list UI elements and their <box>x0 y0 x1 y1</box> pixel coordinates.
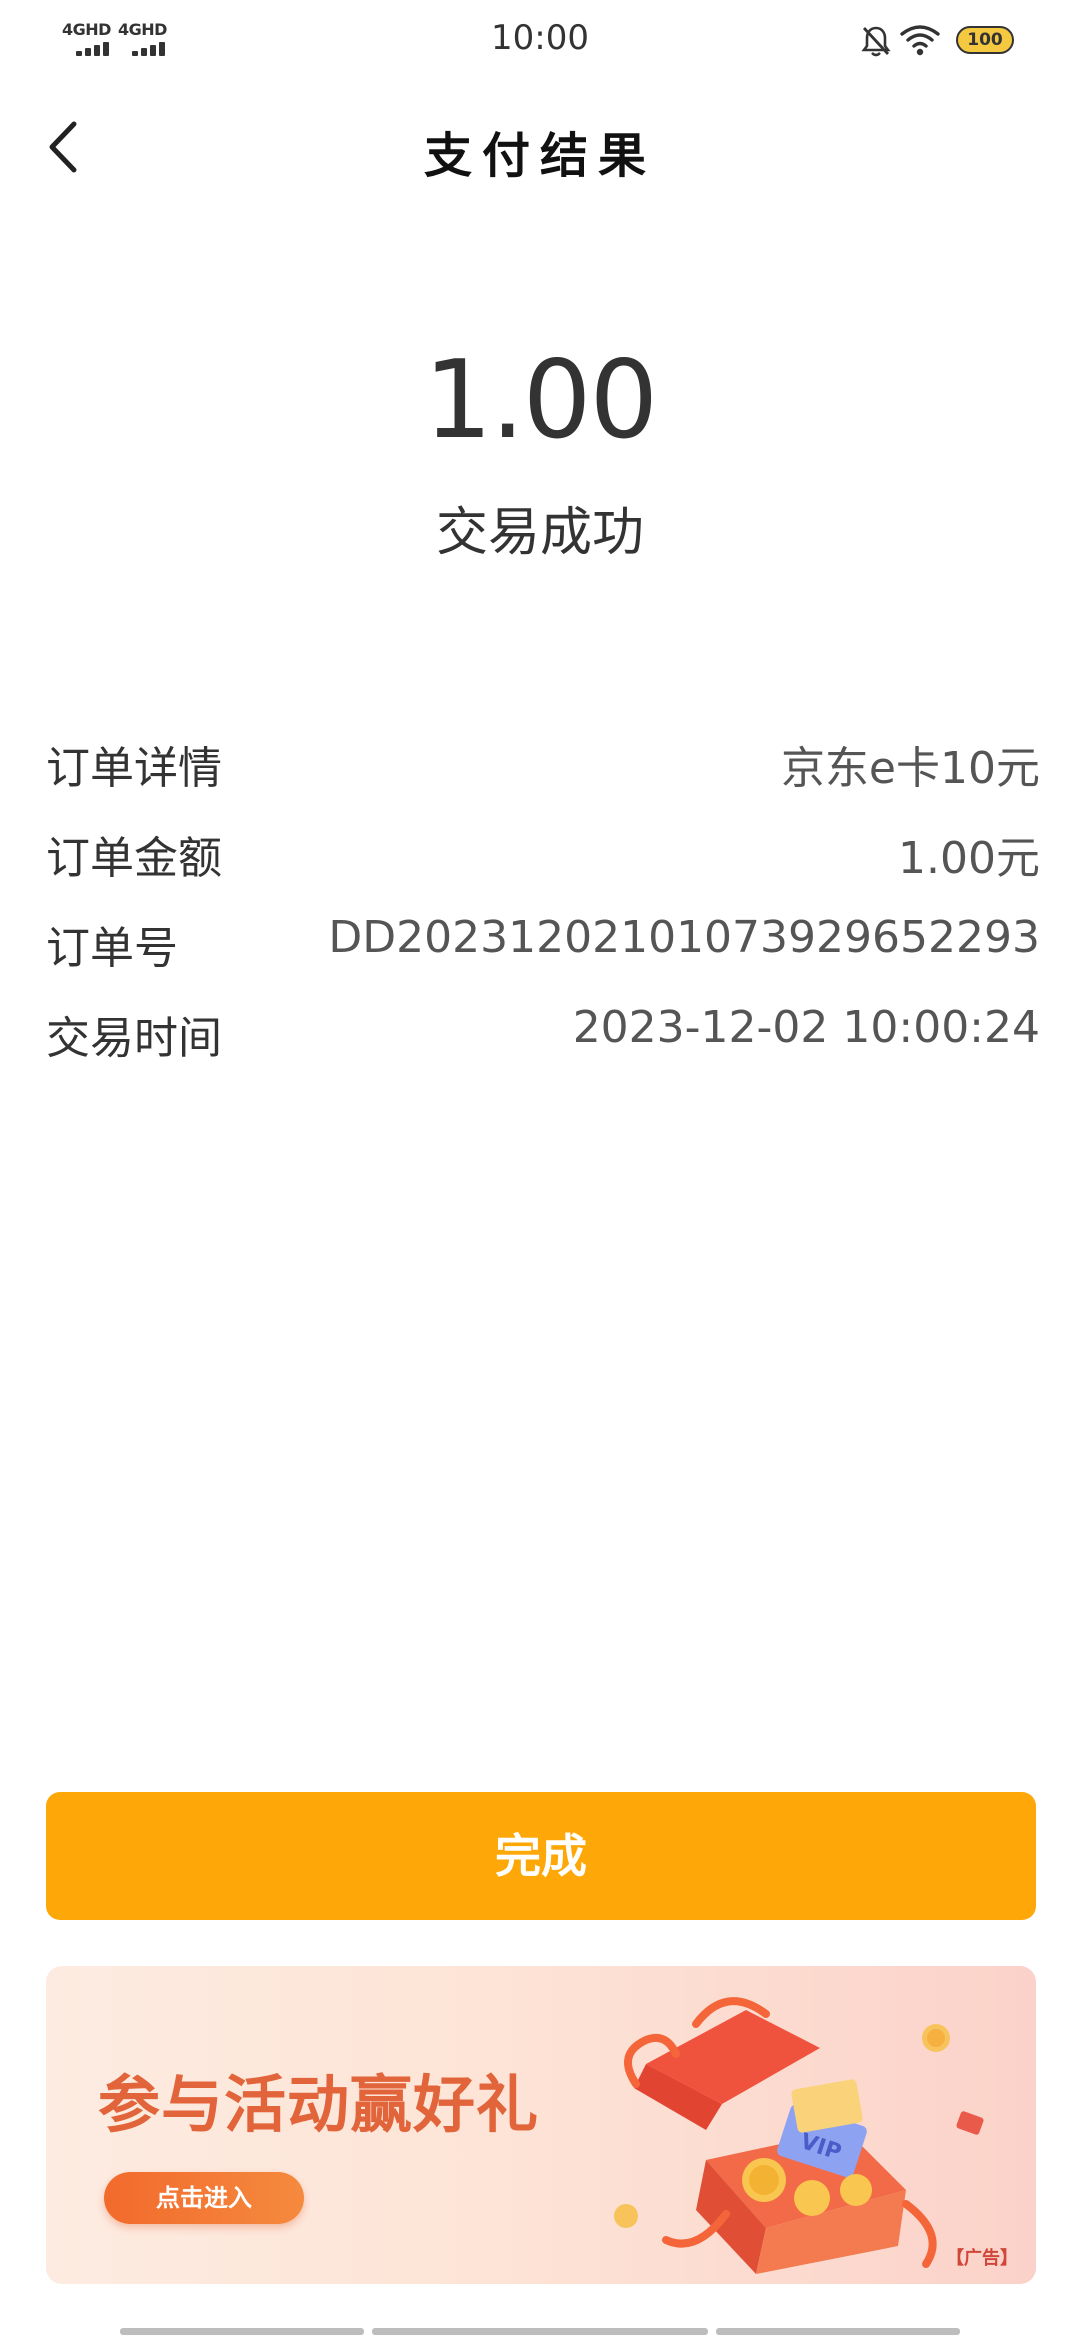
order-detail-label: 订单详情 <box>46 743 222 794</box>
indicator-bar <box>716 2328 960 2335</box>
gift-box-icon: VIP <box>614 1997 984 2274</box>
ad-tag: 【广告】 <box>946 2248 1018 2269</box>
order-details: 订单详情 京东e卡10元 订单金额 1.00元 订单号 DD2023120210… <box>46 720 1040 1080</box>
transaction-time-row: 交易时间 2023-12-02 10:00:24 <box>46 990 1040 1080</box>
done-button[interactable]: 完成 <box>46 1792 1036 1920</box>
indicator-bar <box>120 2328 364 2335</box>
status-bar: 4GHD 4GHD 10:00 100 <box>0 0 1080 80</box>
back-button[interactable] <box>40 112 90 182</box>
transaction-status: 交易成功 <box>435 503 644 563</box>
transaction-time-value: 2023-12-02 10:00:24 <box>572 1002 1040 1053</box>
order-number-row: 订单号 DD20231202101073929652293 <box>46 900 1040 990</box>
order-number-label: 订单号 <box>46 923 178 974</box>
order-detail-value: 京东e卡10元 <box>780 743 1040 794</box>
promo-banner[interactable]: 参与活动赢好礼 点击进入 VIP 【广告】 <box>46 1966 1036 2284</box>
signal-2-label: 4GHD <box>118 20 167 39</box>
wifi-icon <box>900 25 940 56</box>
payment-amount: 1.00 <box>423 338 658 463</box>
banner-enter-button[interactable]: 点击进入 <box>104 2172 304 2224</box>
transaction-time-label: 交易时间 <box>46 1013 222 1064</box>
chevron-left-icon <box>49 121 77 173</box>
signal-1-label: 4GHD <box>62 20 111 39</box>
battery-icon: 100 <box>956 26 1014 54</box>
order-detail-row: 订单详情 京东e卡10元 <box>46 720 1040 810</box>
order-amount-value: 1.00元 <box>898 833 1040 884</box>
scroll-indicators <box>0 2328 1080 2336</box>
order-number-value: DD20231202101073929652293 <box>328 912 1040 963</box>
page-title: 支付结果 <box>423 128 656 184</box>
signal-1-icon: 4GHD <box>62 20 114 60</box>
status-time: 10:00 <box>491 18 589 58</box>
indicator-bar <box>372 2328 708 2335</box>
order-amount-label: 订单金额 <box>46 833 222 884</box>
banner-title: 参与活动赢好礼 <box>98 2068 540 2141</box>
signal-2-icon: 4GHD <box>118 20 170 60</box>
order-amount-row: 订单金额 1.00元 <box>46 810 1040 900</box>
bell-muted-icon <box>861 26 891 57</box>
